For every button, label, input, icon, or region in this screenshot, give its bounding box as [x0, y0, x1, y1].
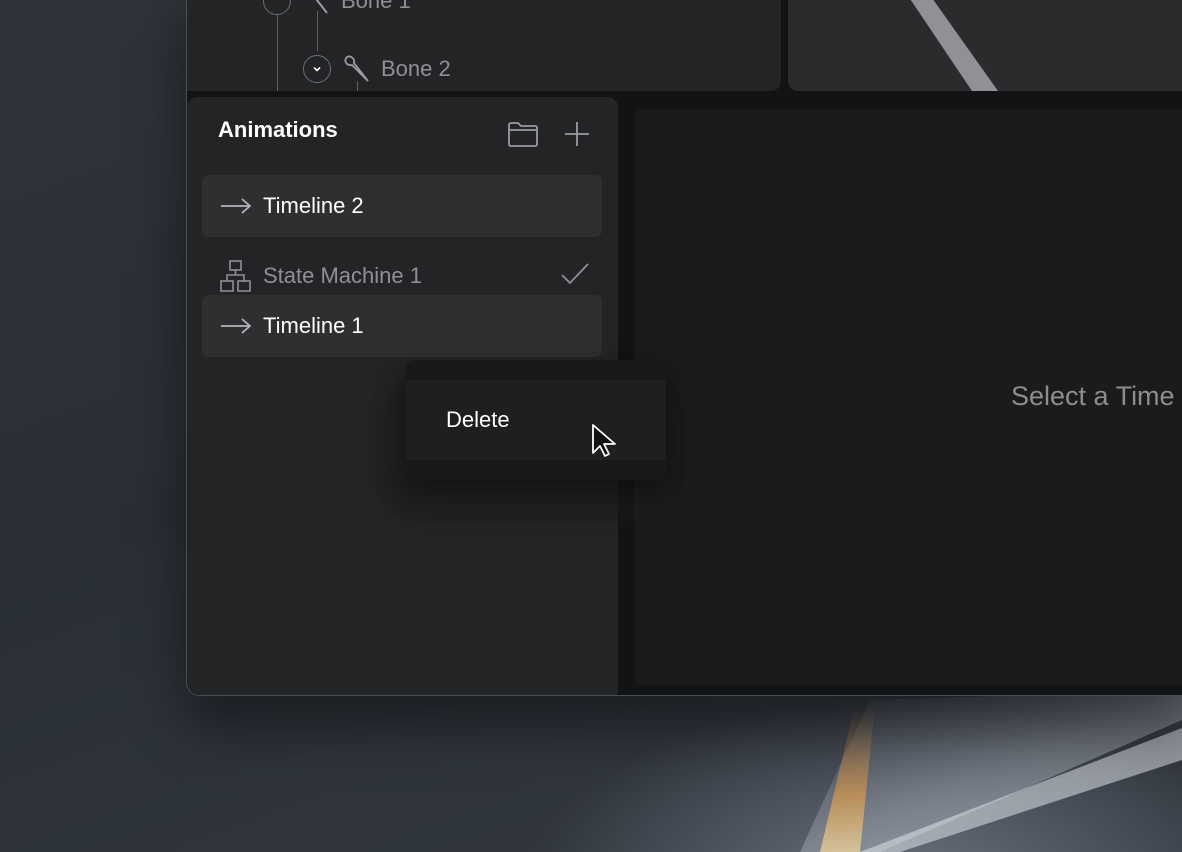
- checkmark-icon: [561, 263, 589, 285]
- delete-menu-item[interactable]: Delete: [406, 380, 666, 460]
- tree-node-bone-2[interactable]: Bone 2: [303, 53, 451, 85]
- plus-icon[interactable]: [560, 117, 594, 151]
- chevron-down-icon[interactable]: [303, 55, 331, 83]
- tree-node-label: Bone 1: [341, 0, 411, 13]
- folder-icon[interactable]: [506, 117, 540, 151]
- panel-title: Animations: [218, 117, 338, 142]
- animation-item-timeline-1[interactable]: Timeline 1: [202, 295, 602, 357]
- animation-item-label: State Machine 1: [263, 263, 422, 288]
- animation-item-label: Timeline 1: [263, 313, 364, 338]
- menu-item-label: Delete: [446, 407, 510, 432]
- app-window: Bone 1 Bone 2 Animations Timeline 2 Stat…: [186, 0, 1182, 696]
- bone-preview-shape: [910, 0, 998, 91]
- tree-node-bone-1[interactable]: Bone 1: [263, 0, 411, 17]
- tree-connector: [317, 11, 318, 51]
- arrow-right-icon: [220, 311, 254, 341]
- hierarchy-panel: Bone 1 Bone 2: [187, 0, 781, 91]
- bone-icon: [344, 55, 369, 82]
- expand-toggle[interactable]: [263, 0, 291, 15]
- tree-node-label: Bone 2: [381, 56, 451, 81]
- mouse-pointer-icon: [592, 424, 616, 457]
- context-menu: Delete: [406, 360, 666, 480]
- timeline-editor[interactable]: Select a Time: [634, 109, 1182, 685]
- animation-item-label: Timeline 2: [263, 193, 364, 218]
- empty-state-hint: Select a Time: [1011, 381, 1175, 411]
- animation-item-timeline-2[interactable]: Timeline 2: [202, 175, 602, 237]
- stage-preview[interactable]: [788, 0, 1182, 91]
- state-machine-icon: [220, 260, 254, 292]
- bone-icon: [315, 0, 328, 14]
- arrow-right-icon: [220, 191, 254, 221]
